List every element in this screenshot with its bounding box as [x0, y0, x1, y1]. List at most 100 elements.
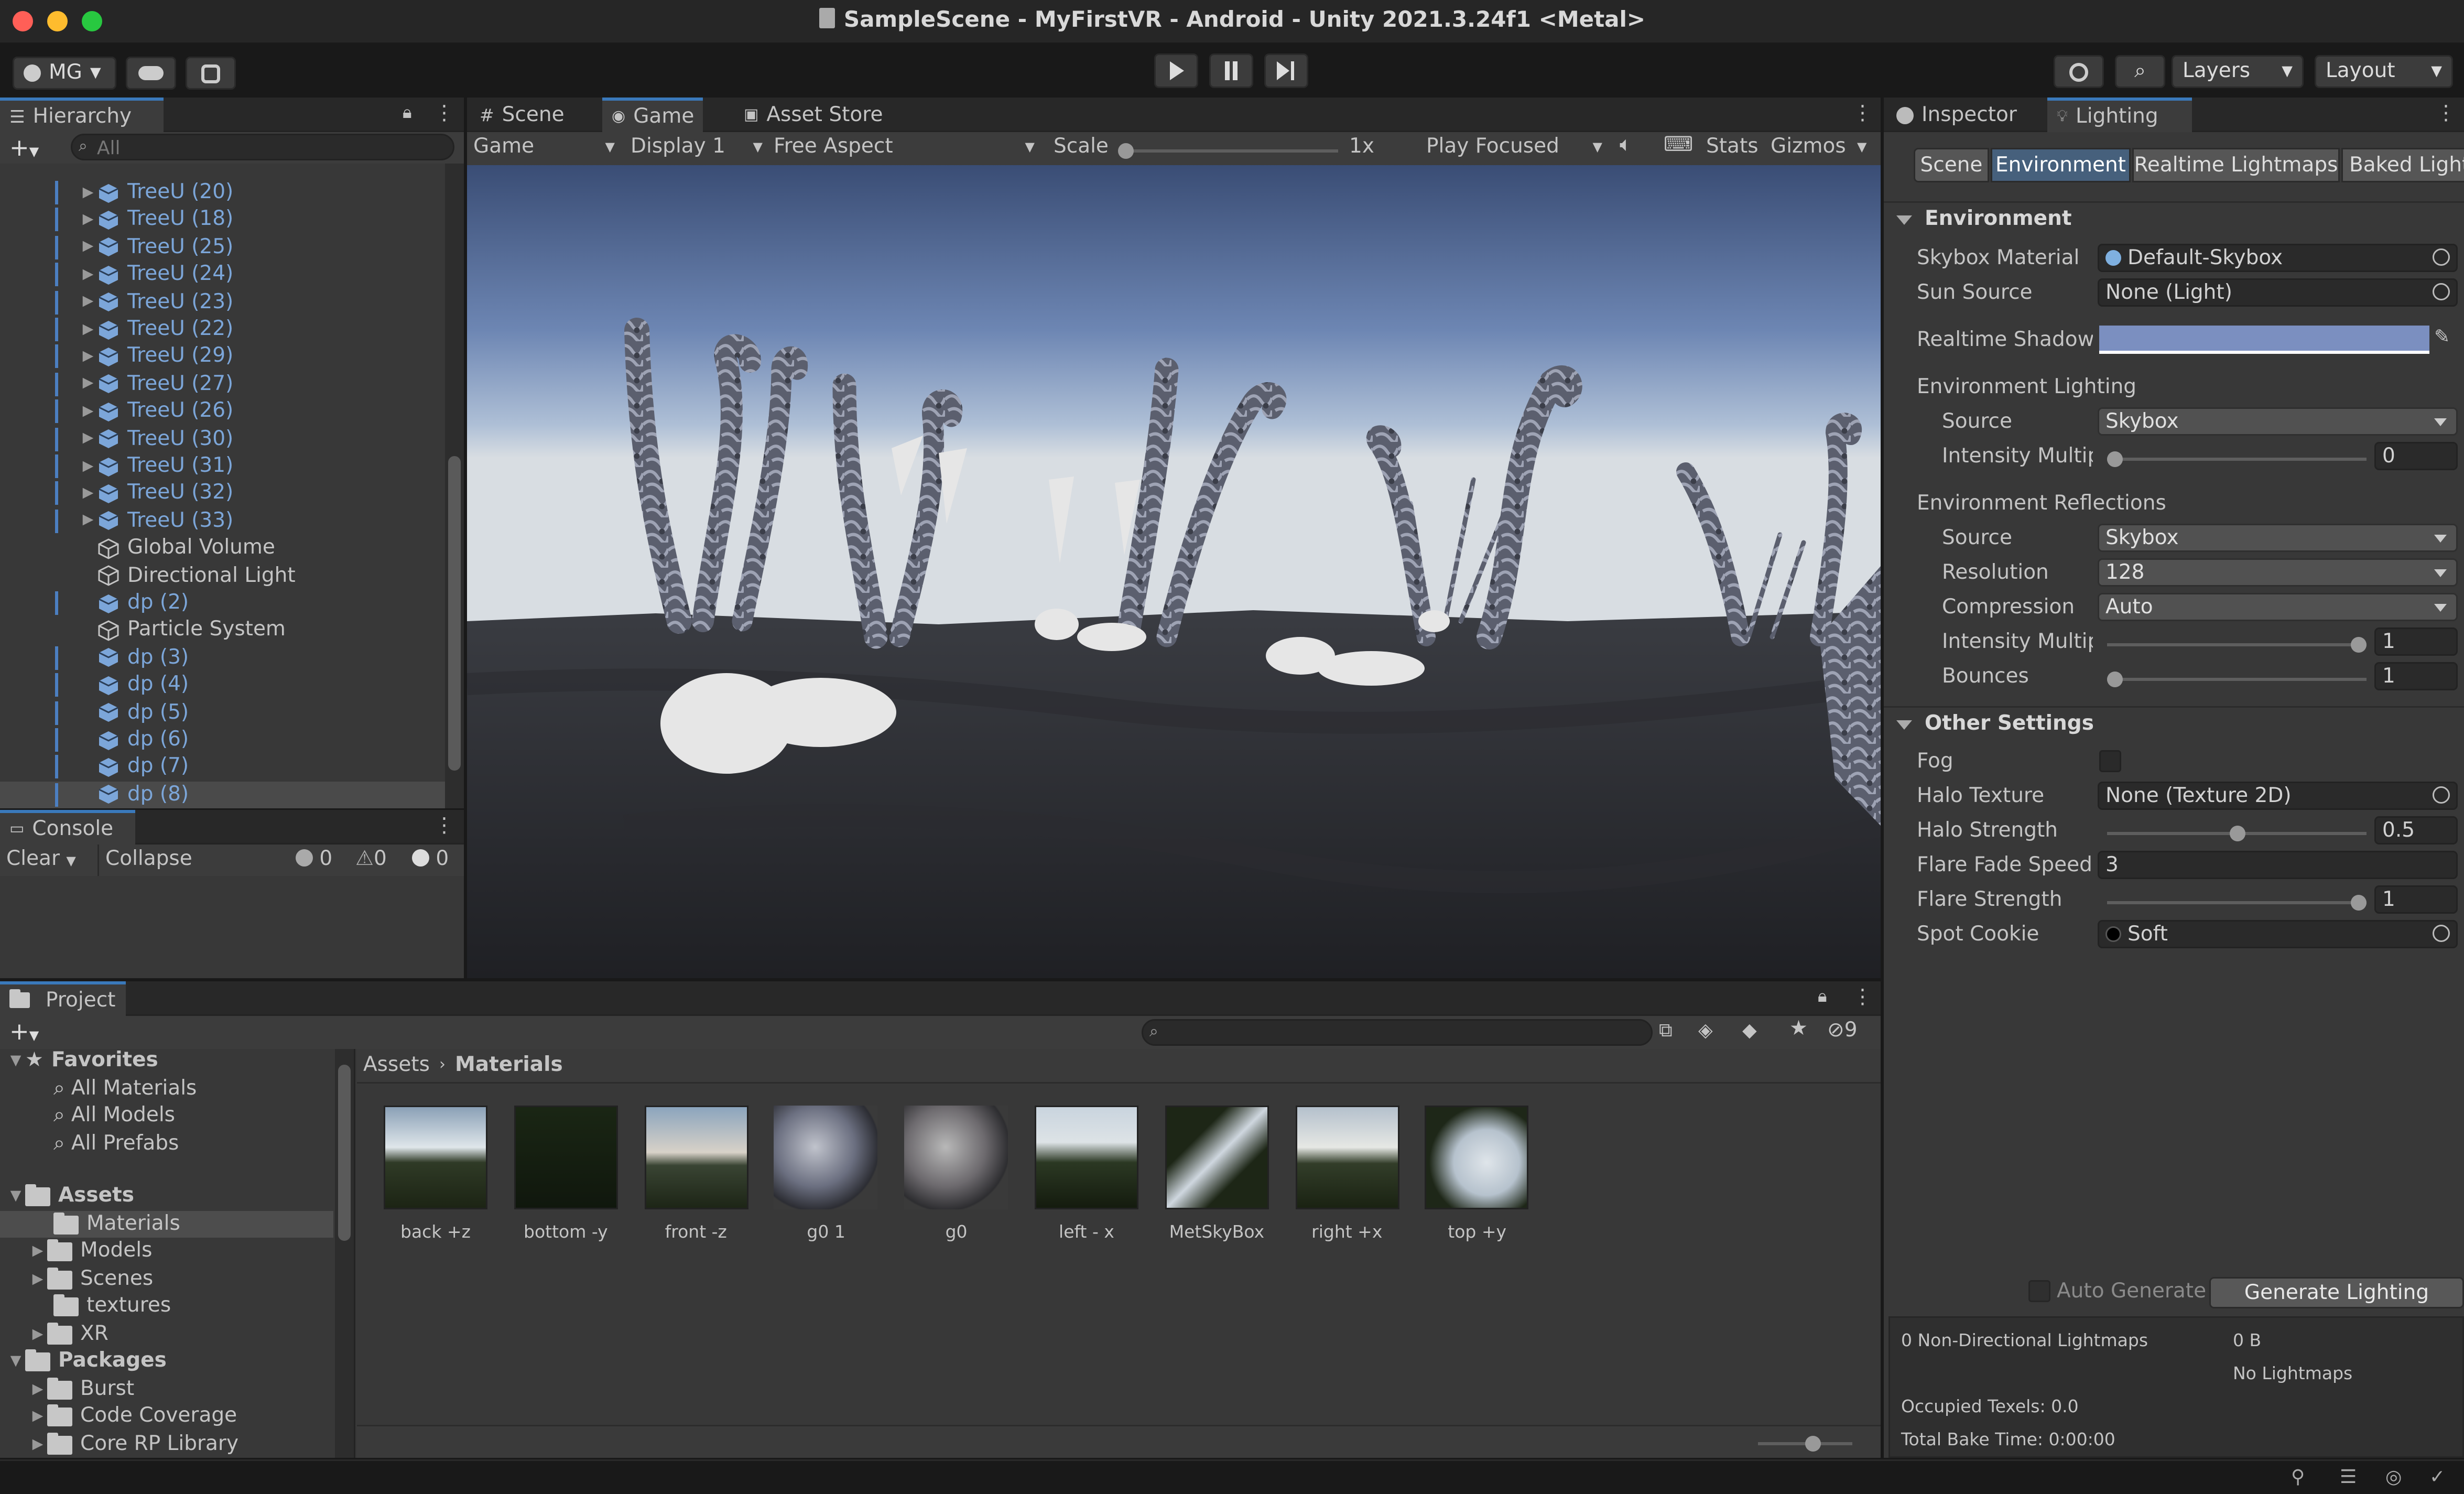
subtab-scene[interactable]: Scene	[1914, 148, 1989, 182]
hierarchy-item[interactable]: ▶ TreeU (32)	[0, 480, 445, 507]
layout-dropdown[interactable]: Layout ▼	[2315, 55, 2453, 88]
hierarchy-item[interactable]: ▶ TreeU (30)	[0, 426, 445, 452]
flare-strength-knob[interactable]	[2351, 895, 2367, 911]
favorites-node[interactable]: ▼ ★ Favorites	[6, 1049, 158, 1073]
game-mode-dropdown[interactable]: Game ▼	[473, 135, 615, 159]
keyboard-icon[interactable]: ⌨	[1664, 134, 1693, 157]
environment-section-header[interactable]: Environment	[1884, 201, 2464, 236]
tab-asset-store[interactable]: ▣ Asset Store	[734, 98, 892, 132]
gizmos-dropdown-icon[interactable]: ▼	[1857, 140, 1866, 154]
lock-icon[interactable]: 🔒︎	[1818, 986, 1827, 1008]
tab-project[interactable]: Project	[0, 981, 126, 1016]
flare-strength-slider[interactable]	[2107, 895, 2367, 911]
expand-arrow-icon[interactable]: ▶	[79, 431, 97, 447]
favorite-all-materials[interactable]: ⌕ All Materials	[53, 1077, 197, 1101]
play-mode-dropdown[interactable]: Play Focused ▼	[1426, 135, 1602, 159]
collapse-button[interactable]: Collapse	[97, 845, 199, 876]
hierarchy-item[interactable]: ▶ TreeU (22)	[0, 316, 445, 343]
lock-icon[interactable]: 🔒︎	[403, 102, 412, 124]
expand-arrow-icon[interactable]: ▶	[79, 459, 97, 474]
collab-button[interactable]	[186, 57, 236, 90]
favorite-all-prefabs[interactable]: ⌕ All Prefabs	[53, 1132, 179, 1156]
hierarchy-item[interactable]: Global Volume	[0, 535, 445, 562]
asset-item[interactable]: right +x	[1294, 1106, 1401, 1242]
hierarchy-item[interactable]: Particle System	[0, 617, 445, 644]
bounces-field[interactable]: 1	[2374, 662, 2458, 690]
tab-hierarchy[interactable]: ☰ Hierarchy	[0, 98, 164, 132]
fog-checkbox[interactable]	[2099, 750, 2121, 772]
reflection-intensity-field[interactable]: 1	[2374, 627, 2458, 656]
console-menu-button[interactable]: ⋮	[434, 815, 454, 840]
icon-size-knob[interactable]	[1805, 1436, 1821, 1452]
icon-size-slider[interactable]	[1758, 1436, 1852, 1452]
step-button[interactable]	[1264, 53, 1308, 88]
pause-button[interactable]	[1209, 53, 1253, 88]
tab-console[interactable]: ▭ Console	[0, 810, 135, 845]
expand-arrow-icon[interactable]: ▶	[79, 376, 97, 392]
checkmark-icon[interactable]: ✓	[2429, 1466, 2445, 1488]
skybox-material-field[interactable]: Default-Skybox	[2098, 244, 2458, 272]
object-picker-icon[interactable]	[2433, 925, 2450, 942]
folder-textures[interactable]: textures	[53, 1293, 171, 1318]
hierarchy-item[interactable]: dp (5)	[0, 699, 445, 726]
halo-strength-knob[interactable]	[2229, 826, 2245, 841]
scrollbar-thumb[interactable]	[338, 1065, 351, 1241]
assets-node[interactable]: ▼ Assets	[6, 1183, 134, 1208]
hierarchy-item[interactable]: ▶ TreeU (33)	[0, 507, 445, 534]
tree-scrollbar[interactable]	[335, 1049, 354, 1458]
asset-item[interactable]: bottom -y	[512, 1106, 619, 1242]
scale-slider-knob[interactable]	[1118, 143, 1134, 159]
tab-inspector[interactable]: Inspector	[1887, 98, 2044, 132]
hierarchy-item[interactable]: dp (7)	[0, 754, 445, 781]
breadcrumb-assets[interactable]: Assets	[363, 1054, 430, 1077]
info-filter-button[interactable]: 0	[296, 848, 332, 871]
hierarchy-item[interactable]: dp (2)	[0, 590, 445, 616]
project-search-input[interactable]: ⌕	[1142, 1019, 1653, 1046]
hierarchy-item[interactable]: ▶ TreeU (23)	[0, 289, 445, 316]
create-button[interactable]: +▼	[9, 134, 39, 162]
bounces-slider[interactable]	[2107, 672, 2367, 687]
package-core-rp-library[interactable]: ▶ Core RP Library	[28, 1432, 238, 1456]
hierarchy-item[interactable]: dp (8)	[0, 781, 445, 808]
asset-item[interactable]: left - x	[1033, 1106, 1140, 1242]
subtab-baked-lightmaps[interactable]: Baked Light	[2341, 148, 2464, 182]
project-menu-button[interactable]: ⋮	[1852, 986, 1873, 1011]
lighting-intensity-knob[interactable]	[2107, 451, 2123, 467]
reflection-source-dropdown[interactable]: Skybox	[2098, 524, 2458, 552]
asset-item[interactable]: g0	[903, 1106, 1010, 1242]
compression-dropdown[interactable]: Auto	[2098, 593, 2458, 621]
audio-mute-icon[interactable]: 🔈︎	[1620, 134, 1632, 157]
hierarchy-item[interactable]: ▶ TreeU (18)	[0, 207, 445, 233]
filter-by-label-icon[interactable]: ◆	[1742, 1019, 1757, 1041]
debug-off-icon[interactable]: ⚲	[2291, 1466, 2305, 1488]
bounces-knob[interactable]	[2107, 672, 2123, 687]
cloud-button[interactable]	[126, 57, 176, 90]
favorite-star-icon[interactable]: ★	[1789, 1017, 1808, 1041]
resolution-dropdown[interactable]: 128	[2098, 558, 2458, 587]
display-dropdown[interactable]: Display 1 ▼	[631, 135, 763, 159]
object-picker-icon[interactable]	[2433, 786, 2450, 804]
hierarchy-search-input[interactable]: ⌕ All	[71, 134, 454, 160]
expand-arrow-icon[interactable]: ▶	[79, 240, 97, 255]
expand-arrow-icon[interactable]: ▶	[79, 294, 97, 310]
flare-fade-speed-field[interactable]: 3	[2098, 851, 2458, 879]
inspector-menu-button[interactable]: ⋮	[2436, 102, 2456, 127]
hierarchy-item[interactable]: ▶ TreeU (26)	[0, 398, 445, 425]
expand-arrow-icon[interactable]: ▶	[79, 267, 97, 283]
reflection-intensity-slider[interactable]	[2107, 637, 2367, 653]
package-burst[interactable]: ▶ Burst	[28, 1377, 134, 1401]
scale-slider[interactable]	[1118, 143, 1338, 159]
hierarchy-item[interactable]: ▶ TreeU (20)	[0, 179, 445, 206]
search-button[interactable]: ⌕	[2115, 55, 2165, 88]
hidden-packages-button[interactable]: ⊘9	[1827, 1019, 1858, 1043]
folder-xr[interactable]: ▶ XR	[28, 1322, 108, 1346]
flare-strength-field[interactable]: 1	[2374, 885, 2458, 914]
halo-texture-field[interactable]: None (Texture 2D)	[2098, 782, 2458, 810]
subtab-environment[interactable]: Environment	[1991, 148, 2131, 182]
search-scope-icon[interactable]: ⧉	[1659, 1019, 1673, 1043]
reflection-intensity-knob[interactable]	[2351, 637, 2367, 653]
hierarchy-item[interactable]: ▶ TreeU (27)	[0, 371, 445, 397]
subtab-realtime-lightmaps[interactable]: Realtime Lightmaps	[2132, 148, 2340, 182]
layers-dropdown[interactable]: Layers ▼	[2172, 55, 2304, 88]
generate-lighting-button[interactable]: Generate Lighting	[2209, 1277, 2464, 1308]
